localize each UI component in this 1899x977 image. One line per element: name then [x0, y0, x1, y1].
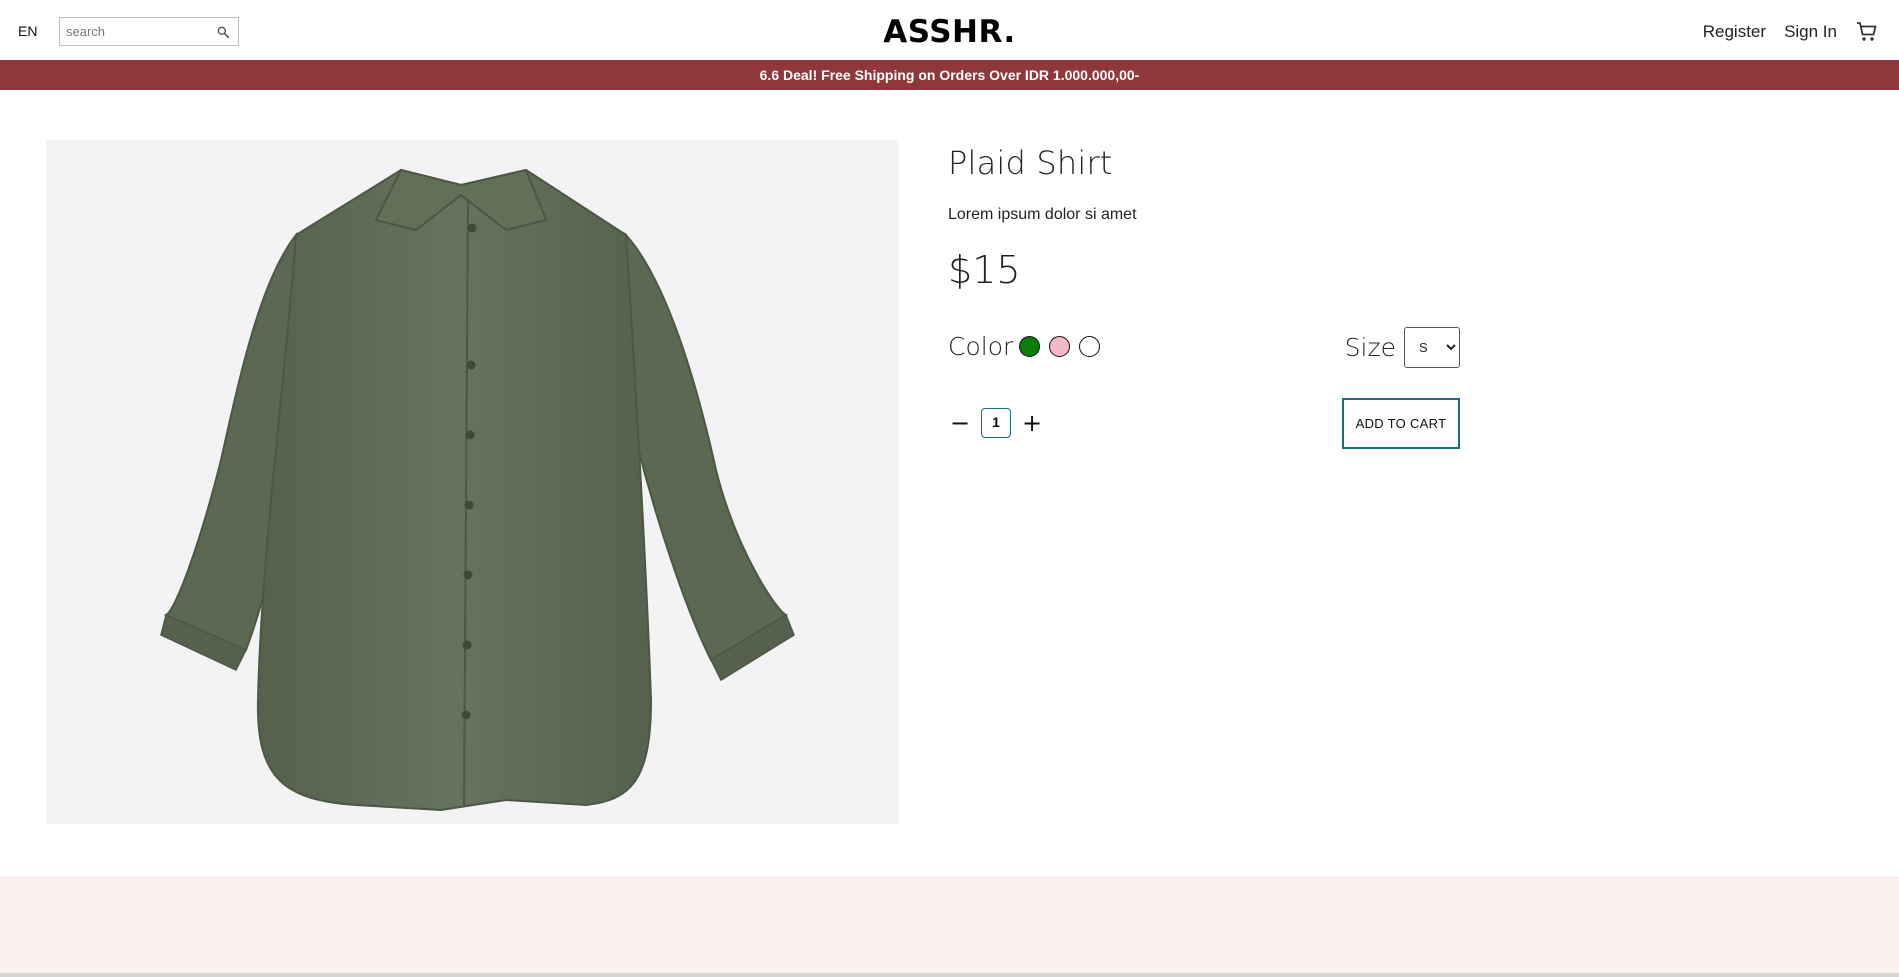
- footer-divider: [0, 973, 1899, 977]
- signin-link[interactable]: Sign In: [1784, 22, 1837, 42]
- increment-button[interactable]: +: [1020, 411, 1044, 435]
- register-link[interactable]: Register: [1703, 22, 1766, 42]
- size-label: Size: [1344, 333, 1396, 362]
- site-header: EN ASSHR. Register Sign In: [0, 0, 1899, 60]
- product-image: [46, 140, 899, 824]
- header-nav: Register Sign In: [1685, 20, 1879, 44]
- search-icon[interactable]: [216, 25, 230, 39]
- search-input[interactable]: [60, 18, 210, 45]
- promo-banner: 6.6 Deal! Free Shipping on Orders Over I…: [0, 60, 1899, 90]
- footer-band: [0, 876, 1899, 977]
- decrement-button[interactable]: −: [948, 411, 972, 435]
- site-logo: ASSHR.: [0, 14, 1899, 50]
- color-swatch-white[interactable]: [1079, 336, 1101, 357]
- site-logo-text[interactable]: ASSHR.: [883, 14, 1015, 50]
- size-dropdown[interactable]: S: [1404, 327, 1460, 368]
- add-to-cart-button[interactable]: ADD TO CART: [1342, 398, 1460, 449]
- cart-icon[interactable]: [1855, 20, 1879, 44]
- quantity-stepper: − 1 +: [948, 408, 1044, 438]
- color-label: Color: [948, 332, 1014, 361]
- quantity-value[interactable]: 1: [981, 408, 1011, 438]
- color-selector: Color: [948, 332, 1109, 361]
- product-title: Plaid Shirt: [948, 144, 1113, 182]
- language-selector[interactable]: EN: [18, 23, 37, 39]
- product-description: Lorem ipsum dolor si amet: [948, 206, 1137, 223]
- color-swatch-green[interactable]: [1019, 336, 1041, 357]
- search-box[interactable]: [59, 17, 239, 46]
- product-price: $15: [948, 248, 1021, 292]
- size-selector: Size S: [1345, 327, 1460, 368]
- color-swatch-pink[interactable]: [1049, 336, 1071, 357]
